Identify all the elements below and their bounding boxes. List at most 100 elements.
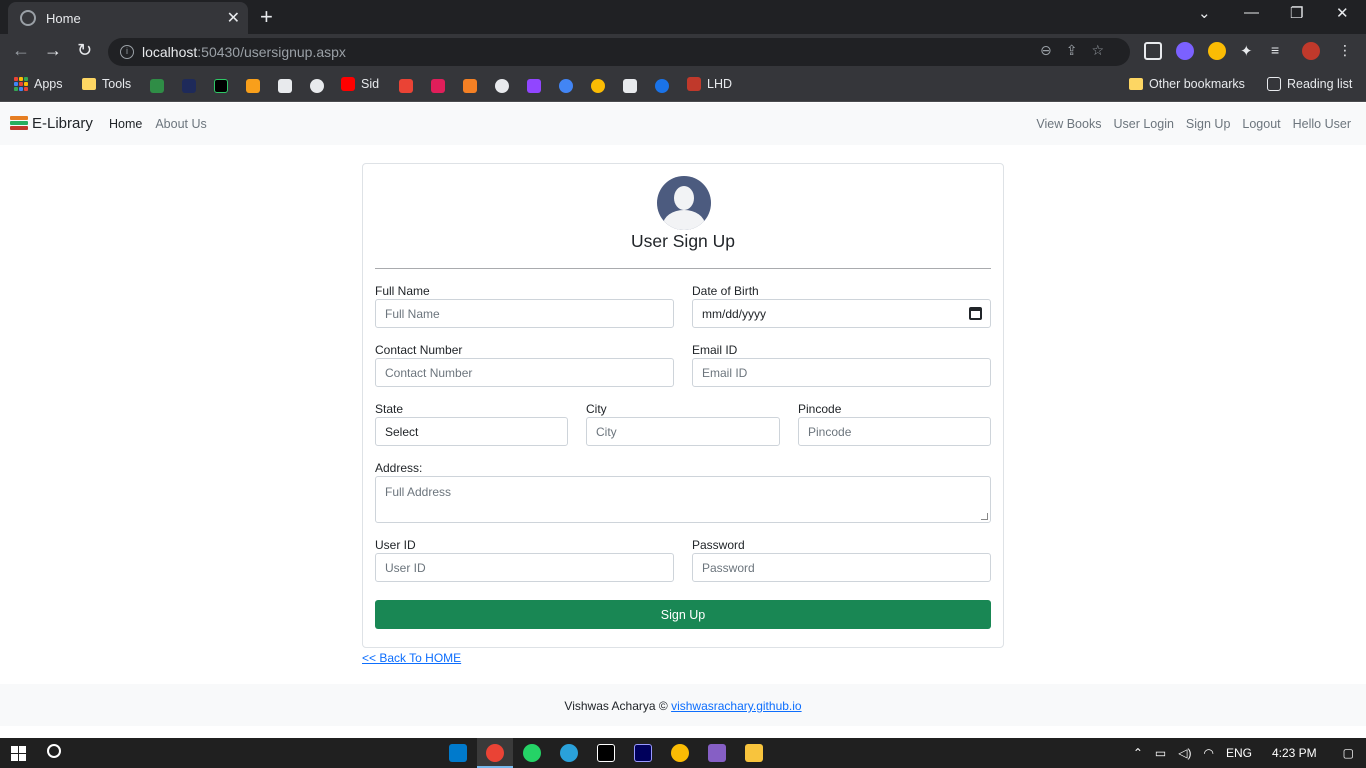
bookmark-icon[interactable] (278, 79, 292, 93)
bookmark-label: LHD (707, 77, 733, 91)
leetcode-icon[interactable] (246, 79, 260, 93)
omnibox-actions[interactable]: ⊖⇪☆ (1040, 42, 1118, 59)
stackoverflow-icon[interactable] (463, 79, 477, 93)
gfg-icon[interactable] (150, 79, 164, 93)
restore-button[interactable]: ❐ (1290, 4, 1303, 22)
new-tab-button[interactable]: + (260, 4, 273, 30)
profile-avatar[interactable] (1302, 42, 1320, 60)
vscode-icon[interactable] (449, 744, 467, 762)
tab-title: Home (46, 10, 81, 26)
nav-hello-user[interactable]: Hello User (1293, 117, 1351, 131)
globe-icon (20, 10, 36, 26)
taskbar: ⌃ ▭ ◁) ◠ ENG 4:23 PM ▢ (0, 738, 1366, 768)
address-label: Address: (375, 461, 423, 475)
address-placeholder: Full Address (385, 485, 452, 499)
nav-logout[interactable]: Logout (1242, 117, 1280, 131)
file-explorer-icon[interactable] (745, 744, 763, 762)
bookmark-sid[interactable]: Sid (341, 77, 379, 91)
forward-icon[interactable]: → (44, 40, 62, 61)
dob-input[interactable]: mm/dd/yyyy (692, 299, 991, 328)
premiere-icon[interactable] (634, 744, 652, 762)
intellij-icon[interactable] (597, 744, 615, 762)
nav-left: Home About Us (109, 117, 207, 131)
whatsapp-icon[interactable] (523, 744, 541, 762)
close-tab-icon[interactable]: ✕ (227, 8, 240, 28)
bookmark-icon[interactable] (559, 79, 573, 93)
calendar-icon[interactable] (969, 307, 982, 320)
nav-user-login[interactable]: User Login (1113, 117, 1173, 131)
chevron-up-icon[interactable]: ⌃ (1133, 746, 1143, 760)
clock[interactable]: 4:23 PM (1272, 746, 1317, 760)
footer: Vishwas Acharya © vishwasrachary.github.… (0, 684, 1366, 726)
chrome-icon[interactable] (671, 744, 689, 762)
hackerrank-icon[interactable] (214, 79, 228, 93)
bookmark-icon[interactable] (495, 79, 509, 93)
notification-icon[interactable]: ▢ (1343, 746, 1354, 760)
full-name-input[interactable]: Full Name (375, 299, 674, 328)
window-close-button[interactable]: ✕ (1336, 4, 1349, 22)
minimize-button[interactable]: — (1244, 4, 1259, 21)
reload-icon[interactable]: ↻ (77, 40, 92, 61)
language-indicator[interactable]: ENG (1226, 746, 1252, 760)
menu-icon[interactable]: ⋮ (1338, 42, 1356, 60)
chrome-icon[interactable] (486, 744, 504, 762)
visual-studio-icon[interactable] (708, 744, 726, 762)
footer-link[interactable]: vishwasrachary.github.io (671, 699, 802, 713)
extension-icon[interactable] (1176, 42, 1194, 60)
extension-icon[interactable] (1208, 42, 1226, 60)
bookmark-apps[interactable]: Apps (14, 77, 63, 91)
nav-view-books[interactable]: View Books (1036, 117, 1101, 131)
gmail-icon[interactable] (399, 79, 413, 93)
state-select[interactable]: Select (375, 417, 568, 446)
email-input[interactable]: Email ID (692, 358, 991, 387)
tab-search-icon[interactable]: ⌄ (1198, 4, 1211, 22)
nav-about-us[interactable]: About Us (155, 117, 206, 131)
brand-link[interactable]: E-Library (10, 115, 93, 132)
brand-name: E-Library (32, 115, 93, 132)
pincode-input[interactable]: Pincode (798, 417, 991, 446)
nav-right: View Books User Login Sign Up Logout Hel… (1036, 117, 1351, 131)
bookmark-label: Apps (34, 77, 63, 91)
bookmark-icon[interactable] (623, 79, 637, 93)
bookmark-icon (687, 77, 701, 91)
bookmark-tools[interactable]: Tools (82, 77, 131, 91)
nav-sign-up[interactable]: Sign Up (1186, 117, 1230, 131)
nav-home[interactable]: Home (109, 117, 142, 131)
folder-icon (82, 78, 96, 90)
media-control-icon[interactable]: ≡ (1271, 42, 1289, 60)
bookmark-icon[interactable] (655, 79, 669, 93)
search-icon[interactable] (47, 744, 61, 758)
bookmark-icon[interactable] (591, 79, 605, 93)
bookmark-lhd[interactable]: LHD (687, 77, 732, 91)
pincode-label: Pincode (798, 402, 842, 416)
extensions-puzzle-icon[interactable]: ✦ (1240, 42, 1258, 60)
back-to-home-link[interactable]: << Back To HOME (362, 651, 461, 665)
telegram-icon[interactable] (560, 744, 578, 762)
tab-view-icon[interactable] (1144, 42, 1162, 60)
github-icon[interactable] (310, 79, 324, 93)
back-icon[interactable]: ← (12, 40, 30, 61)
windows-start-icon[interactable] (11, 746, 26, 761)
twitch-icon[interactable] (527, 79, 541, 93)
volume-icon[interactable]: ◁) (1178, 746, 1191, 760)
address-bar[interactable]: i localhost:50430/usersignup.aspx ⊖⇪☆ (108, 38, 1130, 66)
slack-icon[interactable] (431, 79, 445, 93)
wifi-icon[interactable]: ◠ (1203, 746, 1213, 760)
other-bookmarks-label: Other bookmarks (1149, 77, 1245, 91)
city-input[interactable]: City (586, 417, 780, 446)
reading-list[interactable]: Reading list (1267, 77, 1352, 91)
browser-tab[interactable]: Home ✕ (8, 2, 248, 34)
resize-handle-icon[interactable] (981, 513, 988, 520)
bookmark-icon[interactable] (182, 79, 196, 93)
url-path: :50430/usersignup.aspx (197, 44, 346, 60)
battery-icon[interactable]: ▭ (1155, 746, 1166, 760)
sign-up-button[interactable]: Sign Up (375, 600, 991, 629)
other-bookmarks[interactable]: Other bookmarks (1129, 77, 1245, 91)
system-tray: ⌃ ▭ ◁) ◠ ENG 4:23 PM ▢ (1133, 746, 1366, 760)
url-host: localhost (142, 44, 198, 60)
password-input[interactable]: Password (692, 553, 991, 582)
user-id-input[interactable]: User ID (375, 553, 674, 582)
site-info-icon[interactable]: i (120, 45, 134, 59)
address-textarea[interactable]: Full Address (375, 476, 991, 523)
contact-input[interactable]: Contact Number (375, 358, 674, 387)
